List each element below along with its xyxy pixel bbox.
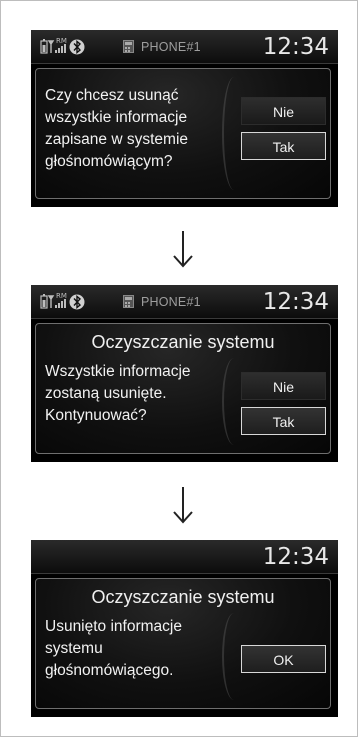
dialog-message: Wszystkie informacje zostaną usunięte. K…: [45, 361, 235, 427]
message-line: głośnomówiącym?: [45, 153, 173, 170]
no-button[interactable]: Nie: [241, 97, 326, 125]
no-button[interactable]: Nie: [241, 372, 326, 400]
confirm-dialog: Czy chcesz usunąć wszystkie informacje z…: [35, 68, 331, 199]
message-line: Czy chcesz usunąć: [45, 87, 179, 104]
manual-figure: RM PHONE#1 12:34 Czy chcesz usunąć wszys…: [0, 0, 358, 737]
clock: 12:34: [262, 34, 329, 60]
message-line: systemu: [45, 640, 103, 657]
roaming-badge: RM: [56, 292, 67, 300]
status-icons: RM: [40, 36, 108, 58]
status-bar: RM PHONE#1 12:34: [31, 30, 338, 64]
phone-icon: [123, 295, 134, 308]
message-line: Usunięto informacje: [45, 618, 182, 635]
arrow-down-icon: [173, 487, 193, 524]
status-bar: RM PHONE#1 12:34: [31, 285, 338, 319]
yes-button[interactable]: Tak: [241, 132, 326, 160]
head-unit-screen-clear-confirm: RM PHONE#1 12:34 Czy chcesz usunąć wszys…: [31, 30, 338, 207]
clock: 12:34: [262, 289, 329, 315]
head-unit-screen-clear-system: RM PHONE#1 12:34 Oczyszczanie systemu Ws…: [31, 285, 338, 462]
phone-icon: [123, 40, 134, 53]
yes-button[interactable]: Tak: [241, 407, 326, 435]
message-line: głośnomówiącego.: [45, 662, 174, 679]
phone-label: PHONE#1: [123, 295, 201, 309]
confirm-dialog: Oczyszczanie systemu Wszystkie informacj…: [35, 323, 331, 454]
message-line: wszystkie informacje: [45, 109, 188, 126]
message-line: Wszystkie informacje: [45, 363, 191, 380]
phone-name: PHONE#1: [141, 40, 201, 54]
message-line: Kontynuować?: [45, 407, 147, 424]
status-icons: RM: [40, 291, 108, 313]
dialog-message: Usunięto informacje systemu głośnomówiąc…: [45, 616, 235, 682]
dialog-title: Oczyszczanie systemu: [91, 332, 275, 352]
info-dialog: Oczyszczanie systemu Usunięto informacje…: [35, 578, 331, 709]
phone-label: PHONE#1: [123, 40, 201, 54]
status-bar: 12:34: [31, 540, 338, 574]
clock: 12:34: [262, 544, 329, 570]
phone-name: PHONE#1: [141, 295, 201, 309]
battery-signal-bluetooth-icon: RM: [40, 292, 85, 310]
roaming-badge: RM: [56, 37, 67, 45]
message-line: zostaną usunięte.: [45, 385, 167, 402]
head-unit-screen-cleared: 12:34 Oczyszczanie systemu Usunięto info…: [31, 540, 338, 717]
dialog-message: Czy chcesz usunąć wszystkie informacje z…: [45, 85, 235, 173]
message-line: zapisane w systemie: [45, 131, 189, 148]
battery-signal-bluetooth-icon: RM: [40, 37, 85, 55]
dialog-title: Oczyszczanie systemu: [91, 587, 275, 607]
arrow-down-icon: [173, 231, 193, 268]
ok-button[interactable]: OK: [241, 645, 326, 673]
